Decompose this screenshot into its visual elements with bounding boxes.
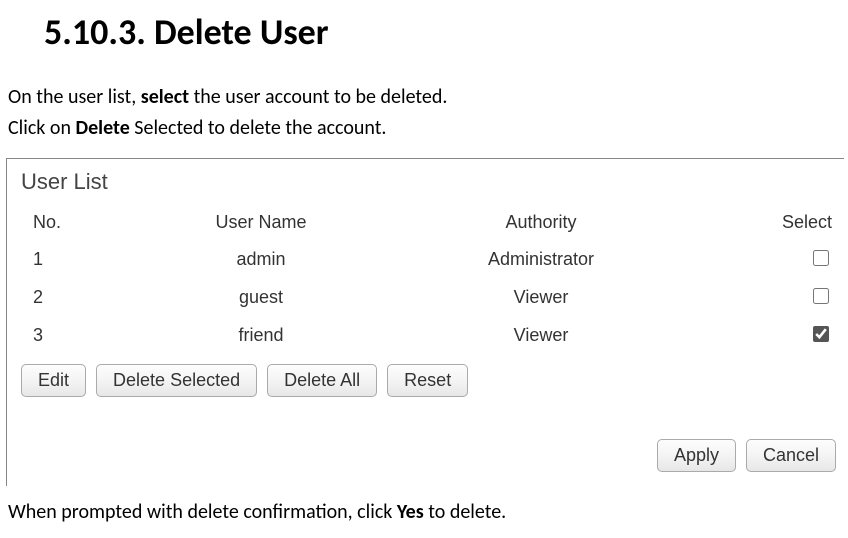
text-fragment: the user account to be deleted. bbox=[189, 85, 447, 109]
section-number: 5.10.3. bbox=[44, 10, 146, 54]
section-heading: 5.10.3. Delete User bbox=[44, 10, 842, 54]
bold-yes: Yes bbox=[397, 500, 424, 524]
table-header-row: No. User Name Authority Select bbox=[21, 205, 838, 240]
cell-authority: Viewer bbox=[401, 287, 681, 308]
header-authority: Authority bbox=[401, 212, 681, 233]
text-fragment: Click on bbox=[8, 116, 76, 140]
cell-select bbox=[681, 323, 838, 347]
cell-username: friend bbox=[121, 325, 401, 346]
delete-selected-button[interactable]: Delete Selected bbox=[96, 364, 257, 397]
table-row: 2 guest Viewer bbox=[21, 278, 838, 316]
table-row: 1 admin Administrator bbox=[21, 240, 838, 278]
cell-no: 2 bbox=[21, 287, 121, 308]
footer-button-row: Apply Cancel bbox=[21, 439, 836, 472]
cell-select bbox=[681, 247, 838, 271]
cell-no: 1 bbox=[21, 249, 121, 270]
outro-line: When prompted with delete confirmation, … bbox=[8, 500, 842, 524]
table-row: 3 friend Viewer bbox=[21, 316, 838, 354]
text-fragment: to delete. bbox=[424, 500, 506, 524]
select-checkbox[interactable] bbox=[813, 326, 829, 342]
text-fragment: On the user list, bbox=[8, 85, 141, 109]
edit-button[interactable]: Edit bbox=[21, 364, 86, 397]
cell-username: guest bbox=[121, 287, 401, 308]
text-fragment: Selected to delete the account. bbox=[130, 116, 387, 140]
cancel-button[interactable]: Cancel bbox=[746, 439, 836, 472]
header-no: No. bbox=[21, 212, 121, 233]
header-username: User Name bbox=[121, 212, 401, 233]
bold-delete: Delete bbox=[76, 116, 130, 140]
apply-button[interactable]: Apply bbox=[657, 439, 736, 472]
user-list-table: No. User Name Authority Select 1 admin A… bbox=[21, 205, 838, 354]
cell-authority: Viewer bbox=[401, 325, 681, 346]
cell-username: admin bbox=[121, 249, 401, 270]
intro-line-1: On the user list, select the user accoun… bbox=[8, 84, 842, 111]
header-select: Select bbox=[681, 212, 838, 233]
reset-button[interactable]: Reset bbox=[387, 364, 468, 397]
intro-line-2: Click on Delete Selected to delete the a… bbox=[8, 115, 842, 142]
section-title: Delete User bbox=[154, 10, 329, 54]
select-checkbox[interactable] bbox=[813, 250, 829, 266]
action-button-row: Edit Delete Selected Delete All Reset bbox=[21, 364, 838, 397]
bold-select: select bbox=[141, 85, 189, 109]
cell-select bbox=[681, 285, 838, 309]
select-checkbox[interactable] bbox=[813, 288, 829, 304]
cell-authority: Administrator bbox=[401, 249, 681, 270]
cell-no: 3 bbox=[21, 325, 121, 346]
user-list-screenshot: User List No. User Name Authority Select… bbox=[6, 158, 844, 486]
delete-all-button[interactable]: Delete All bbox=[267, 364, 377, 397]
user-list-title: User List bbox=[21, 169, 838, 195]
text-fragment: When prompted with delete confirmation, … bbox=[8, 500, 397, 524]
